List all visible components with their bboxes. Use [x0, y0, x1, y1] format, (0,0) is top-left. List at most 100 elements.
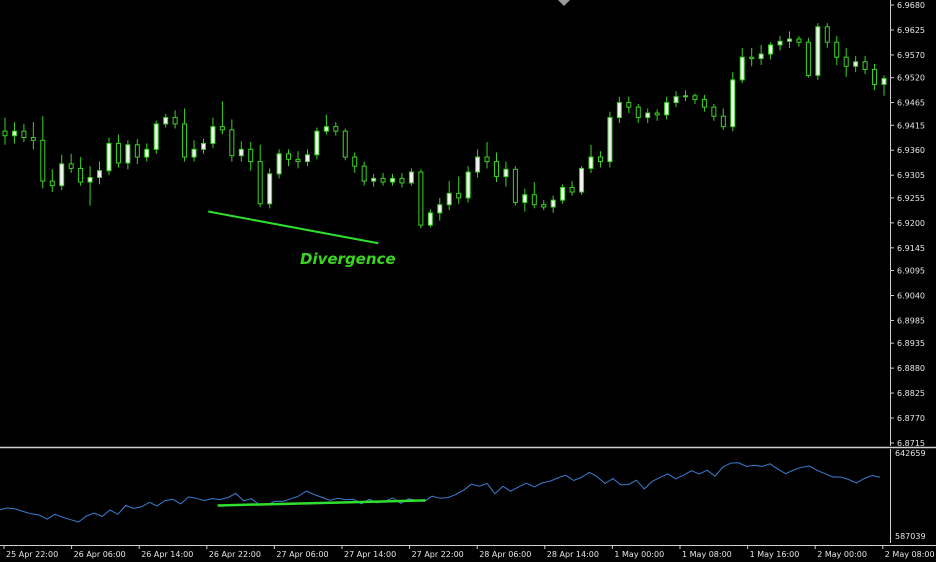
candle-body-bear: [484, 156, 490, 163]
time-tick-label: 26 Apr 22:00: [209, 550, 261, 559]
candle-body-bull: [408, 171, 414, 184]
candle: [314, 127, 320, 160]
price-tick-label: 6.9040: [897, 291, 925, 300]
candle-body-bull: [815, 26, 821, 76]
candle-body-bull: [106, 142, 112, 172]
candle-body-bear: [749, 56, 755, 60]
time-tick-label: 25 Apr 22:00: [6, 550, 58, 559]
candle-body-bull: [427, 212, 433, 226]
candle-body-bull: [503, 168, 509, 178]
price-tick-label: 6.9415: [897, 121, 925, 130]
candle-body-bull: [390, 177, 396, 183]
time-tick-label: 28 Apr 14:00: [547, 550, 599, 559]
candle-body-bear: [541, 204, 547, 208]
candle-body-bear: [418, 171, 424, 226]
candle: [276, 149, 282, 179]
candle-body-bear: [21, 130, 27, 139]
candle-body-bear: [805, 41, 811, 76]
candle-body-bull: [560, 186, 566, 201]
candle-body-bull: [267, 173, 273, 205]
candle-body-bear: [286, 153, 292, 160]
price-tick-label: 6.9145: [897, 244, 925, 253]
candle-body-bull: [550, 199, 556, 208]
price-tick-label: 6.9465: [897, 99, 925, 108]
candle-body-bear: [701, 98, 707, 108]
time-tick-label: 1 May 08:00: [682, 550, 732, 559]
candle: [815, 23, 821, 80]
candle-body-bear: [493, 161, 499, 178]
divergence-label: Divergence: [300, 250, 396, 268]
candle-body-bull: [163, 117, 169, 125]
candle-body-bull: [200, 142, 206, 150]
time-tick-label: 27 Apr 22:00: [412, 550, 464, 559]
candle: [607, 111, 613, 168]
candle-body-bear: [248, 148, 254, 163]
price-tick-label: 6.9520: [897, 74, 925, 83]
candle-body-bull: [475, 156, 481, 173]
price-tick-label: 6.9200: [897, 219, 925, 228]
price-tick-label: 6.9095: [897, 267, 925, 276]
candle-body-bull: [323, 126, 329, 132]
candle-body-bear: [40, 139, 46, 182]
candle: [730, 72, 736, 132]
candle: [342, 128, 348, 161]
candle-body-bear: [872, 68, 878, 85]
chart-background: [0, 0, 936, 562]
candle-body-bull: [11, 130, 17, 137]
candle-body-bear: [626, 102, 632, 108]
price-tick-label: 6.9305: [897, 171, 925, 180]
candle-body-bear: [78, 167, 84, 183]
candle-body-bear: [862, 61, 868, 70]
candle-body-bull: [673, 96, 679, 104]
candle-body-bear: [834, 41, 840, 58]
candle: [153, 120, 159, 154]
time-tick-label: 2 May 00:00: [817, 550, 867, 559]
price-tick-label: 6.8770: [897, 414, 925, 423]
candle-body-bear: [512, 168, 518, 203]
candle: [512, 166, 518, 206]
candle-body-bear: [720, 115, 726, 128]
candle-body-bull: [144, 148, 150, 158]
candle-body-bear: [2, 130, 8, 137]
candle-body-bull: [238, 148, 244, 157]
candle-body-bull: [522, 194, 528, 203]
candle-body-bear: [115, 142, 121, 164]
candle-body-bear: [380, 177, 386, 183]
candle-body-bull: [276, 153, 282, 175]
candle-body-bear: [711, 106, 717, 117]
candle-body-bear: [456, 192, 462, 199]
time-tick-label: 2 May 08:00: [885, 550, 935, 559]
price-tick-label: 6.9680: [897, 1, 925, 10]
price-tick-label: 6.8985: [897, 316, 925, 325]
candle-body-bull: [664, 102, 670, 116]
candle-body-bull: [87, 176, 93, 183]
indicator-top-label: 642659: [895, 449, 926, 458]
price-chart[interactable]: 6.9680 6.9625 6.9570 6.9520 6.9465 6.9415 6.93…: [0, 0, 936, 562]
time-tick-label: 1 May 00:00: [614, 550, 664, 559]
candle-body-bear: [49, 180, 55, 187]
candle-body-bull: [579, 167, 585, 193]
candle-body-bull: [616, 102, 622, 119]
candle-body-bull: [314, 130, 320, 156]
time-tick-label: 27 Apr 14:00: [344, 550, 396, 559]
indicator-bottom-label: 587039: [895, 532, 926, 541]
candle-body-bull: [59, 163, 65, 187]
candle-body-bull: [191, 148, 197, 158]
candle-body-bull: [730, 79, 736, 128]
candle-body-bull: [768, 44, 774, 55]
candle-body-bear: [342, 130, 348, 158]
candle-body-bear: [219, 126, 225, 131]
candle: [106, 137, 112, 176]
candle-body-bear: [352, 156, 358, 167]
candle-body-bear: [361, 165, 367, 182]
price-tick-label: 6.8935: [897, 339, 925, 348]
time-tick-label: 28 Apr 06:00: [479, 550, 531, 559]
candle-body-bull: [304, 154, 310, 163]
candle-body-bear: [30, 137, 36, 141]
candle: [267, 168, 273, 209]
candle-body-bull: [588, 156, 594, 169]
candle-body-bull: [371, 177, 377, 182]
time-tick-label: 27 Apr 06:00: [276, 550, 328, 559]
candle: [465, 166, 471, 203]
candle-body-bear: [172, 117, 178, 125]
